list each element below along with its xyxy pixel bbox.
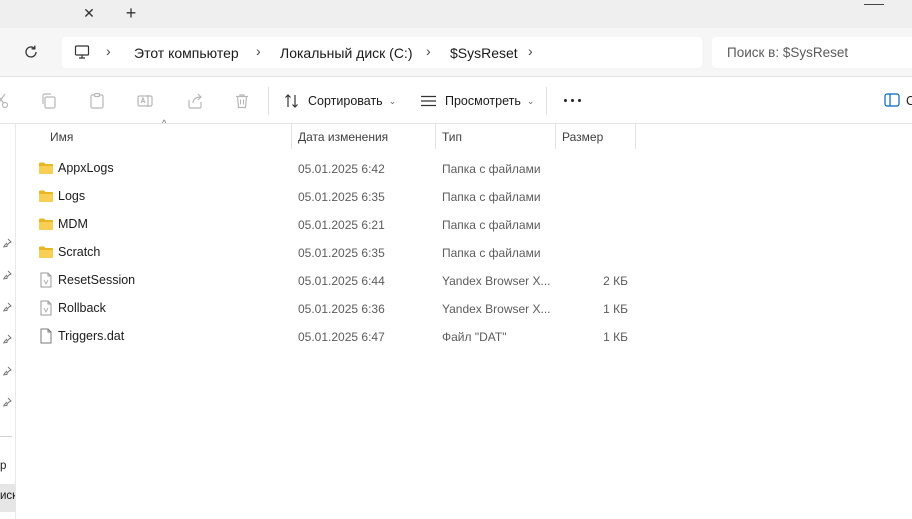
address-bar[interactable]: › Этот компьютер › Локальный диск (C:) ›… [62, 37, 702, 68]
pin-icon[interactable] [2, 302, 12, 312]
chevron-down-icon: ⌄ [388, 95, 397, 106]
folder-icon [39, 246, 53, 258]
sort-icon [285, 94, 298, 108]
nav-item-label: иск [0, 490, 15, 502]
nav-item-label[interactable]: р [0, 460, 15, 472]
breadcrumb-local-disk[interactable]: Локальный диск (C:) [280, 45, 413, 61]
file-name: Triggers.dat [58, 329, 125, 343]
file-row[interactable]: ResetSession 05.01.2025 6:44 Yandex Brow… [30, 266, 640, 294]
file-row[interactable]: Triggers.dat 05.01.2025 6:47 Файл "DAT" … [30, 322, 640, 350]
search-placeholder: Поиск в: $SysReset [727, 45, 849, 60]
file-row[interactable]: Rollback 05.01.2025 6:36 Yandex Browser … [30, 294, 640, 322]
folder-icon [39, 190, 53, 202]
pin-icon[interactable] [2, 334, 12, 344]
file-size: 2 КБ [603, 274, 628, 288]
column-header-type[interactable]: Тип [436, 124, 555, 149]
file-size: 1 КБ [603, 302, 628, 316]
toolbar-separator [268, 87, 269, 115]
file-type: Файл "DAT" [442, 330, 507, 344]
file-name: MDM [58, 217, 88, 231]
chevron-right-icon[interactable]: › [528, 43, 533, 59]
sort-label: Сортировать [308, 94, 383, 108]
file-type: Папка с файлами [442, 246, 541, 260]
chevron-right-icon[interactable]: › [256, 43, 261, 59]
new-tab-button[interactable]: + [122, 3, 140, 23]
share-icon[interactable] [186, 92, 204, 110]
nav-divider [0, 436, 12, 437]
chevron-right-icon[interactable]: › [106, 43, 111, 59]
column-header-type-label: Тип [442, 130, 463, 144]
file-icon [40, 328, 52, 344]
column-header-name[interactable]: Имя [44, 124, 290, 149]
navigation-pane: р иск [0, 124, 16, 519]
tab-strip: ✕ + [0, 0, 912, 28]
file-date: 05.01.2025 6:44 [298, 274, 385, 288]
xml-file-icon [40, 300, 52, 316]
file-row[interactable]: MDM 05.01.2025 6:21 Папка с файлами [30, 210, 640, 238]
details-pane-icon[interactable] [884, 93, 900, 107]
rename-icon[interactable] [136, 92, 154, 110]
search-input[interactable]: Поиск в: $SysReset [712, 37, 912, 68]
file-date: 05.01.2025 6:36 [298, 302, 385, 316]
column-separator[interactable] [635, 124, 636, 149]
refresh-icon[interactable] [22, 43, 40, 61]
file-name: Rollback [58, 301, 106, 315]
xml-file-icon [40, 272, 52, 288]
view-icon [421, 95, 436, 107]
file-type: Yandex Browser X... [442, 274, 551, 288]
pin-icon[interactable] [2, 366, 12, 376]
file-size: 1 КБ [603, 330, 628, 344]
column-header-size[interactable]: Размер [556, 124, 635, 149]
file-type: Yandex Browser X... [442, 302, 551, 316]
pin-icon[interactable] [2, 238, 12, 248]
file-name: Logs [58, 189, 86, 203]
folder-icon [39, 218, 53, 230]
view-label: Просмотреть [445, 94, 521, 108]
copy-icon[interactable] [40, 92, 58, 110]
more-options-button[interactable] [564, 99, 581, 102]
column-header-name-label: Имя [50, 130, 74, 144]
cut-icon[interactable] [0, 92, 10, 110]
toolbar-separator [546, 87, 547, 115]
file-row[interactable]: Scratch 05.01.2025 6:35 Папка с файлами [30, 238, 640, 266]
sort-button[interactable]: Сортировать ⌄ [284, 90, 396, 112]
chevron-right-icon[interactable]: › [426, 43, 431, 59]
file-row[interactable]: AppxLogs 05.01.2025 6:42 Папка с файлами [30, 154, 640, 182]
breadcrumb-sysreset[interactable]: $SysReset [450, 45, 518, 61]
details-label[interactable]: С [906, 94, 912, 108]
file-date: 05.01.2025 6:42 [298, 162, 385, 176]
pin-icon[interactable] [2, 397, 12, 407]
file-row[interactable]: Logs 05.01.2025 6:35 Папка с файлами [30, 182, 640, 210]
file-name: Scratch [58, 245, 101, 259]
file-name: AppxLogs [58, 161, 114, 175]
delete-icon[interactable] [233, 92, 251, 110]
pin-icon[interactable] [2, 270, 12, 280]
file-date: 05.01.2025 6:47 [298, 330, 385, 344]
column-header-size-label: Размер [562, 130, 604, 144]
paste-icon[interactable] [88, 92, 106, 110]
file-name: ResetSession [58, 273, 136, 287]
nav-item-selected[interactable]: иск [0, 484, 16, 512]
tab-close-button[interactable]: ✕ [80, 4, 98, 22]
file-type: Папка с файлами [442, 218, 541, 232]
file-type: Папка с файлами [442, 190, 541, 204]
file-date: 05.01.2025 6:35 [298, 246, 385, 260]
column-header-date[interactable]: Дата изменения [292, 124, 435, 149]
file-date: 05.01.2025 6:35 [298, 190, 385, 204]
chevron-down-icon: ⌄ [526, 95, 535, 106]
file-type: Папка с файлами [442, 162, 541, 176]
command-bar: Сортировать ⌄ Просмотреть ⌄ С [0, 77, 912, 124]
file-date: 05.01.2025 6:21 [298, 218, 385, 232]
minimize-button[interactable] [864, 4, 884, 5]
computer-icon [74, 45, 90, 59]
folder-icon [39, 162, 53, 174]
breadcrumb-this-pc[interactable]: Этот компьютер [134, 45, 239, 61]
view-button[interactable]: Просмотреть ⌄ [420, 90, 534, 112]
address-row: › Этот компьютер › Локальный диск (C:) ›… [0, 28, 912, 77]
column-header-date-label: Дата изменения [298, 130, 389, 144]
